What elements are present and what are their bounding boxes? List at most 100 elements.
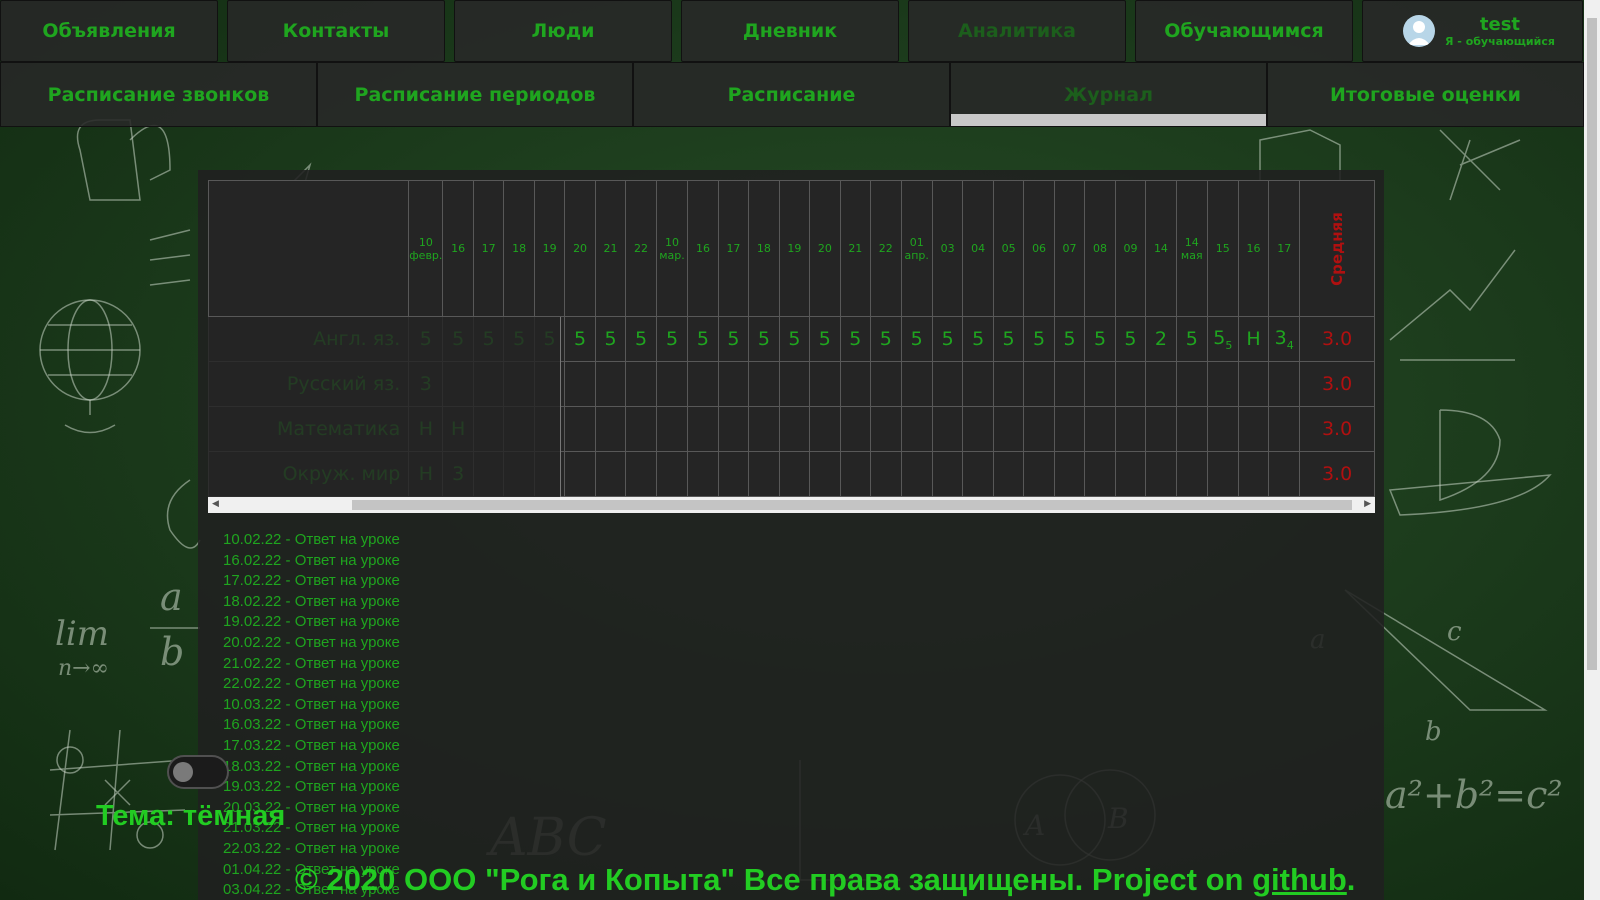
nav-analytics[interactable]: Аналитика [908, 0, 1126, 62]
mark-cell[interactable] [778, 406, 811, 452]
mark-cell[interactable] [1175, 451, 1208, 497]
mark-cell[interactable] [1175, 361, 1208, 407]
mark-cell[interactable] [870, 451, 902, 497]
mark-cell[interactable] [503, 406, 535, 452]
mark-cell[interactable]: Н [408, 451, 444, 497]
mark-cell[interactable] [992, 406, 1025, 452]
mark-cell[interactable]: 5 [564, 316, 596, 362]
mark-cell[interactable]: 3 [442, 451, 474, 497]
mark-cell[interactable]: 5 [1053, 316, 1086, 362]
mark-cell[interactable]: 34 [1268, 316, 1301, 362]
mark-cell[interactable] [1053, 361, 1086, 407]
theme-toggle[interactable] [167, 755, 229, 789]
mark-cell[interactable]: Н [442, 406, 474, 452]
mark-cell[interactable]: 5 [1084, 316, 1116, 362]
mark-cell[interactable] [962, 451, 994, 497]
mark-cell[interactable] [717, 406, 750, 452]
mark-cell[interactable] [533, 406, 566, 452]
mark-cell[interactable] [1206, 406, 1239, 452]
mark-cell[interactable] [594, 361, 627, 407]
mark-cell[interactable] [1206, 361, 1239, 407]
mark-cell[interactable] [442, 361, 474, 407]
mark-cell[interactable] [1268, 406, 1301, 452]
mark-cell[interactable]: 5 [472, 316, 505, 362]
mark-cell[interactable]: 5 [1023, 316, 1055, 362]
mark-cell[interactable]: 5 [809, 316, 841, 362]
nav-students[interactable]: Обучающимся [1135, 0, 1353, 62]
mark-cell[interactable]: Н [1237, 316, 1270, 362]
mark-cell[interactable] [962, 361, 994, 407]
mark-cell[interactable] [870, 361, 902, 407]
mark-cell[interactable] [1023, 406, 1055, 452]
mark-cell[interactable] [839, 406, 872, 452]
mark-cell[interactable]: 5 [839, 316, 872, 362]
tab-bell-schedule[interactable]: Расписание звонков [0, 62, 317, 127]
mark-cell[interactable] [778, 361, 811, 407]
scrollbar-thumb[interactable] [352, 500, 1352, 510]
user-menu[interactable]: test Я - обучающийся [1362, 0, 1583, 62]
mark-cell[interactable]: 5 [992, 316, 1025, 362]
mark-cell[interactable] [503, 361, 535, 407]
arrow-left-icon[interactable]: ◀ [212, 499, 219, 509]
mark-cell[interactable]: 2 [1145, 316, 1177, 362]
mark-cell[interactable]: 5 [962, 316, 994, 362]
mark-cell[interactable] [839, 361, 872, 407]
mark-cell[interactable] [687, 451, 719, 497]
mark-cell[interactable] [533, 451, 566, 497]
mark-cell[interactable]: 5 [748, 316, 780, 362]
mark-cell[interactable] [1206, 451, 1239, 497]
mark-cell[interactable] [748, 451, 780, 497]
mark-cell[interactable] [778, 451, 811, 497]
journal-horizontal-scrollbar[interactable]: ◀ ▶ [208, 497, 1375, 513]
mark-cell[interactable] [962, 406, 994, 452]
mark-cell[interactable]: 5 [442, 316, 474, 362]
mark-cell[interactable]: 5 [655, 316, 689, 362]
mark-cell[interactable] [931, 451, 964, 497]
mark-cell[interactable] [564, 451, 596, 497]
tab-final-grades[interactable]: Итоговые оценки [1267, 62, 1584, 127]
mark-cell[interactable] [1114, 406, 1147, 452]
mark-cell[interactable] [687, 361, 719, 407]
mark-cell[interactable]: 5 [778, 316, 811, 362]
mark-cell[interactable] [870, 406, 902, 452]
mark-cell[interactable]: 5 [717, 316, 750, 362]
nav-announcements[interactable]: Объявления [0, 0, 218, 62]
mark-cell[interactable] [748, 406, 780, 452]
mark-cell[interactable] [625, 406, 657, 452]
mark-cell[interactable] [655, 406, 689, 452]
mark-cell[interactable]: 5 [533, 316, 566, 362]
mark-cell[interactable] [1268, 451, 1301, 497]
nav-contacts[interactable]: Контакты [227, 0, 445, 62]
mark-cell[interactable] [900, 361, 933, 407]
mark-cell[interactable] [1023, 361, 1055, 407]
mark-cell[interactable] [1053, 451, 1086, 497]
mark-cell[interactable] [1145, 406, 1177, 452]
mark-cell[interactable] [1023, 451, 1055, 497]
mark-cell[interactable]: 5 [503, 316, 535, 362]
mark-cell[interactable]: 5 [594, 316, 627, 362]
mark-cell[interactable] [533, 361, 566, 407]
tab-schedule[interactable]: Расписание [633, 62, 950, 127]
mark-cell[interactable] [1175, 406, 1208, 452]
mark-cell[interactable] [839, 451, 872, 497]
mark-cell[interactable] [748, 361, 780, 407]
mark-cell[interactable] [655, 451, 689, 497]
mark-cell[interactable]: 55 [1206, 316, 1239, 362]
mark-cell[interactable] [655, 361, 689, 407]
mark-cell[interactable] [1114, 361, 1147, 407]
mark-cell[interactable] [809, 451, 841, 497]
mark-cell[interactable]: Н [408, 406, 444, 452]
mark-cell[interactable] [931, 361, 964, 407]
mark-cell[interactable] [1084, 361, 1116, 407]
mark-cell[interactable] [900, 451, 933, 497]
mark-cell[interactable] [1268, 361, 1301, 407]
mark-cell[interactable]: 5 [870, 316, 902, 362]
mark-cell[interactable]: 5 [687, 316, 719, 362]
mark-cell[interactable]: 5 [1175, 316, 1208, 362]
page-vertical-scrollbar[interactable] [1584, 0, 1600, 900]
mark-cell[interactable] [472, 361, 505, 407]
mark-cell[interactable] [717, 361, 750, 407]
mark-cell[interactable] [1145, 361, 1177, 407]
mark-cell[interactable] [992, 451, 1025, 497]
mark-cell[interactable] [687, 406, 719, 452]
